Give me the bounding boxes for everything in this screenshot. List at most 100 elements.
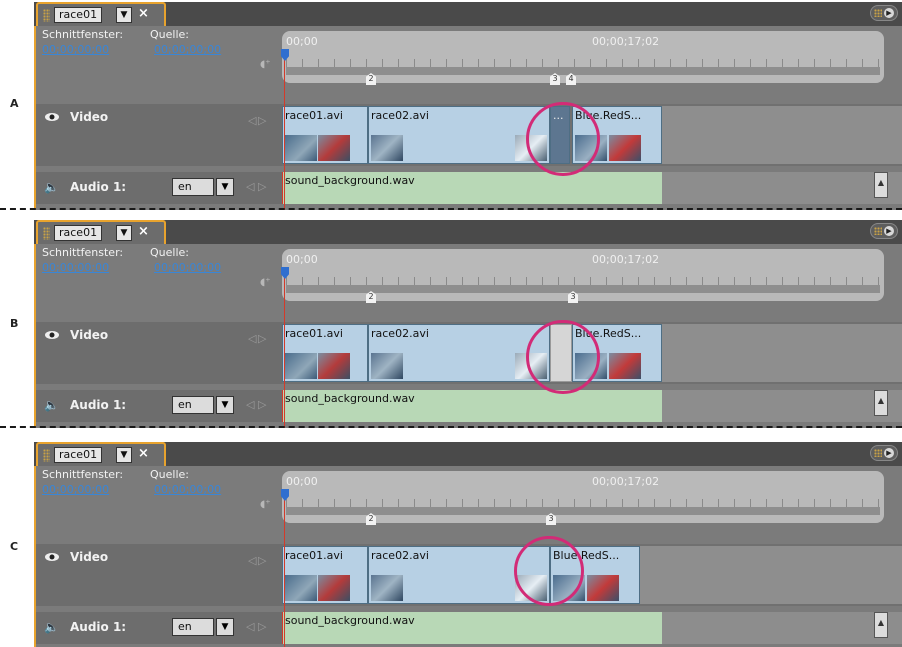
dropdown-icon[interactable]: ▼: [116, 225, 132, 241]
sequence-timecode[interactable]: 00;00;00;00: [42, 43, 109, 56]
source-timecode[interactable]: 00;00;00;00: [154, 261, 221, 274]
ruler-start-time: 00;00: [286, 253, 318, 266]
empty-audio-area: [662, 390, 902, 422]
clip-label: race01.avi: [285, 109, 343, 122]
speaker-icon[interactable]: 🔈: [44, 620, 59, 634]
timeline-panel-a: race01 ▼ × ▶ Schnittfenster: Quelle: 00;…: [34, 2, 902, 210]
play-icon: ▶: [884, 226, 894, 236]
video-track-row: Video ◁ ▷ race01.avi race02.avi: [36, 322, 902, 384]
clip-label: race02.avi: [371, 549, 429, 562]
speaker-icon[interactable]: 🔈: [44, 180, 59, 194]
sequence-timecode[interactable]: 00;00;00;00: [42, 261, 109, 274]
scroll-up-icon[interactable]: ▲: [874, 172, 888, 198]
highlight-circle: [526, 102, 600, 176]
panel-menu-icon[interactable]: ▶: [870, 223, 898, 239]
stage: A race01 ▼ × ▶ Schnittfenster: Quelle: 0…: [0, 0, 902, 647]
speaker-icon[interactable]: 🔈: [44, 398, 59, 412]
work-area-bar[interactable]: [286, 507, 880, 515]
eye-icon[interactable]: [44, 112, 60, 122]
clip-race01[interactable]: race01.avi: [282, 106, 368, 164]
clip-thumbnail: [285, 353, 317, 379]
clip-thumbnail: [609, 135, 641, 161]
empty-track-area: [662, 324, 902, 382]
ruler-end-time: 00;00;17;02: [592, 253, 660, 266]
clip-thumbnail: [285, 575, 317, 601]
playhead[interactable]: [281, 49, 289, 210]
dropdown-icon[interactable]: ▼: [216, 396, 234, 414]
tab-race01[interactable]: race01 ▼ ×: [36, 220, 166, 246]
eye-icon[interactable]: [44, 552, 60, 562]
clip-race01[interactable]: race01.avi: [282, 324, 368, 382]
divider: [0, 208, 902, 210]
dropdown-icon[interactable]: ▼: [116, 7, 132, 23]
audio-track-row: 🔈 Audio 1: en ▼ ◁ ▷ sound_background.wav…: [36, 390, 902, 422]
clip-thumbnail: [318, 135, 350, 161]
highlight-circle: [526, 320, 600, 394]
snap-icon[interactable]: ◖⁺: [260, 499, 272, 511]
audio-clip[interactable]: sound_background.wav: [282, 612, 662, 644]
time-ruler[interactable]: 00;00 00;00;17;02 2 3: [282, 471, 884, 525]
audio-track-name: Audio 1:: [70, 180, 127, 194]
grip-icon: [874, 9, 882, 17]
eye-icon[interactable]: [44, 330, 60, 340]
dropdown-icon[interactable]: ▼: [216, 178, 234, 196]
video-track[interactable]: race01.avi race02.avi Blue.RedS...: [282, 544, 902, 606]
clip-thumbnail: [285, 135, 317, 161]
audio-clip[interactable]: sound_background.wav: [282, 172, 662, 204]
panel-menu-icon[interactable]: ▶: [870, 5, 898, 21]
work-area-bar[interactable]: [286, 285, 880, 293]
clip-race01[interactable]: race01.avi: [282, 546, 368, 604]
work-area-bar[interactable]: [286, 67, 880, 75]
close-icon[interactable]: ×: [138, 224, 149, 239]
tab-race01[interactable]: race01 ▼ ×: [36, 442, 166, 468]
sequence-name[interactable]: race01: [54, 447, 103, 463]
snap-icon[interactable]: ◖⁺: [260, 277, 272, 289]
playhead[interactable]: [281, 489, 289, 647]
empty-track-area: [662, 106, 902, 164]
scroll-up-icon[interactable]: ▲: [874, 390, 888, 416]
clip-thumbnail: [318, 353, 350, 379]
clip-race02[interactable]: race02.avi: [368, 324, 550, 382]
grip-icon[interactable]: [43, 227, 50, 240]
keyframe-nav-icon[interactable]: ◁ ▷: [248, 332, 266, 345]
panel-menu-icon[interactable]: ▶: [870, 445, 898, 461]
time-ruler[interactable]: 00;00 00;00;17;02 2 3 4: [282, 31, 884, 85]
dropdown-icon[interactable]: ▼: [216, 618, 234, 636]
keyframe-nav-icon[interactable]: ◁ ▷: [246, 398, 266, 411]
language-select[interactable]: en: [172, 178, 214, 196]
source-timecode[interactable]: 00;00;00;00: [154, 483, 221, 496]
clip-label: race02.avi: [371, 109, 429, 122]
sequence-name[interactable]: race01: [54, 7, 103, 23]
sequence-timecode[interactable]: 00;00;00;00: [42, 483, 109, 496]
close-icon[interactable]: ×: [138, 446, 149, 461]
scroll-up-icon[interactable]: ▲: [874, 612, 888, 638]
language-select[interactable]: en: [172, 618, 214, 636]
dropdown-icon[interactable]: ▼: [116, 447, 132, 463]
time-ruler[interactable]: 00;00 00;00;17;02 2 3: [282, 249, 884, 303]
video-track-row: Video ◁ ▷ race01.avi race02.avi: [36, 544, 902, 606]
ruler-start-time: 00;00: [286, 35, 318, 48]
clip-race02[interactable]: race02.avi: [368, 106, 550, 164]
playhead[interactable]: [281, 267, 289, 428]
grip-icon[interactable]: [43, 9, 50, 22]
language-select[interactable]: en: [172, 396, 214, 414]
snap-icon[interactable]: ◖⁺: [260, 59, 272, 71]
keyframe-nav-icon[interactable]: ◁ ▷: [248, 554, 266, 567]
video-track-header: Video ◁ ▷: [36, 544, 282, 606]
close-icon[interactable]: ×: [138, 6, 149, 21]
video-track-row: Video ◁ ▷ race01.avi race02.avi: [36, 104, 902, 166]
sequence-name[interactable]: race01: [54, 225, 103, 241]
tab-race01[interactable]: race01 ▼ ×: [36, 2, 166, 28]
grip-icon[interactable]: [43, 449, 50, 462]
keyframe-nav-icon[interactable]: ◁ ▷: [248, 114, 266, 127]
audio-track-header: 🔈 Audio 1: en ▼ ◁ ▷: [36, 390, 282, 422]
empty-audio-area: [662, 612, 902, 644]
audio-clip[interactable]: sound_background.wav: [282, 390, 662, 422]
keyframe-nav-icon[interactable]: ◁ ▷: [246, 620, 266, 633]
audio-track-row: 🔈 Audio 1: en ▼ ◁ ▷ sound_background.wav…: [36, 172, 902, 204]
keyframe-nav-icon[interactable]: ◁ ▷: [246, 180, 266, 193]
ruler-end-time: 00;00;17;02: [592, 35, 660, 48]
source-timecode[interactable]: 00;00;00;00: [154, 43, 221, 56]
timeline-body: Schnittfenster: Quelle: 00;00;00;00 00;0…: [34, 26, 902, 210]
timeline-body: Schnittfenster: Quelle: 00;00;00;00 00;0…: [34, 466, 902, 647]
